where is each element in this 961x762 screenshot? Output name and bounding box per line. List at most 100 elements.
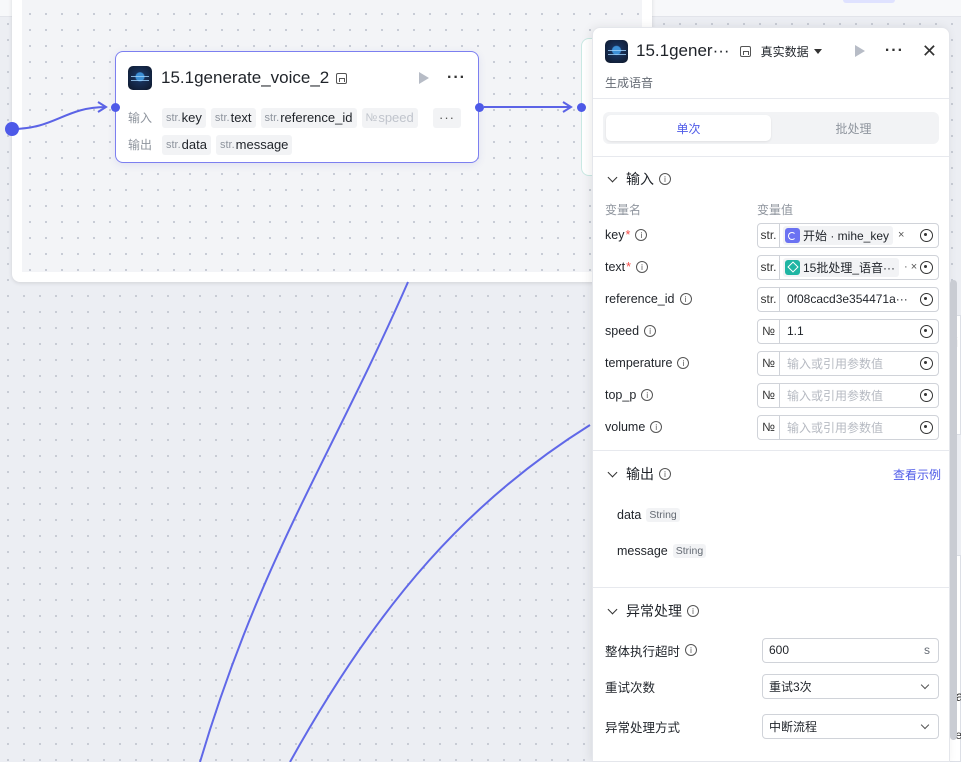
type-toggle[interactable]: str. bbox=[758, 287, 780, 311]
input-row-top-p: top_p i № 输入或引用参数值 bbox=[593, 379, 949, 411]
wire-to-node bbox=[11, 106, 107, 130]
info-icon[interactable]: i bbox=[641, 389, 654, 401]
retry-row: 重试次数 重试3次 bbox=[593, 666, 949, 706]
error-section-header[interactable]: 异常处理 i bbox=[593, 588, 949, 634]
panel-title: 15.1gener··· bbox=[636, 41, 730, 60]
speed-value[interactable]: 1.1 bbox=[787, 324, 920, 338]
input-chip-text: str. text bbox=[210, 107, 256, 128]
tab-single[interactable]: 单次 bbox=[606, 115, 771, 141]
tab-batch[interactable]: 批处理 bbox=[771, 115, 936, 141]
target-icon[interactable] bbox=[920, 292, 933, 306]
target-icon[interactable] bbox=[920, 260, 933, 274]
type-toggle[interactable]: str. bbox=[758, 223, 780, 247]
output-chip-data: str. data bbox=[162, 134, 211, 155]
input-row-temperature: temperature i № 输入或引用参数值 bbox=[593, 347, 949, 379]
input-chip-key: str. key bbox=[162, 107, 206, 128]
target-icon[interactable] bbox=[920, 228, 933, 242]
key-field[interactable]: str. 开始 · mihe_key × bbox=[757, 222, 939, 248]
data-mode-dropdown[interactable]: 真实数据 bbox=[761, 43, 822, 60]
input-name-speed: speed bbox=[605, 324, 640, 338]
type-toggle[interactable]: № bbox=[758, 415, 780, 439]
type-toggle[interactable]: № bbox=[758, 319, 780, 343]
run-mode-tabs: 单次 批处理 bbox=[593, 99, 949, 157]
error-mode-select[interactable]: 中断流程 bbox=[762, 713, 939, 739]
node-more-icon[interactable]: ··· bbox=[447, 69, 466, 87]
clear-icon[interactable]: · × bbox=[904, 261, 917, 273]
info-icon[interactable]: i bbox=[635, 229, 648, 241]
temperature-placeholder[interactable]: 输入或引用参数值 bbox=[787, 355, 920, 372]
error-mode-label: 异常处理方式 bbox=[605, 720, 681, 735]
reference-id-field[interactable]: str. 0f08cacd3e354471a··· bbox=[757, 286, 939, 312]
error-section-title: 异常处理 bbox=[626, 603, 682, 619]
input-row-text: text * i str. 15批处理_语音··· · × bbox=[593, 251, 949, 283]
generate-voice-node[interactable]: 15.1generate_voice_2 ··· 输入 str. key str.… bbox=[115, 51, 479, 163]
chevron-down-icon bbox=[920, 680, 930, 689]
target-icon[interactable] bbox=[920, 420, 933, 434]
input-row-reference-id: reference_id i str. 0f08cacd3e354471a··· bbox=[593, 283, 949, 315]
input-section-header[interactable]: 输入 i bbox=[593, 157, 949, 201]
info-icon[interactable]: i bbox=[679, 293, 692, 305]
info-icon[interactable]: i bbox=[659, 468, 671, 480]
target-icon[interactable] bbox=[920, 356, 933, 370]
temperature-field[interactable]: № 输入或引用参数值 bbox=[757, 350, 939, 376]
node-input-row: 输入 str. key str. text str. reference_id № sp… bbox=[116, 104, 478, 131]
top-p-field[interactable]: № 输入或引用参数值 bbox=[757, 382, 939, 408]
wire-loop-down bbox=[199, 281, 409, 762]
output-row-message: message String bbox=[593, 533, 949, 569]
input-name-key: key bbox=[605, 228, 625, 242]
node-input-port[interactable] bbox=[111, 103, 120, 112]
volume-field[interactable]: № 输入或引用参数值 bbox=[757, 414, 939, 440]
input-section-title: 输入 bbox=[626, 171, 654, 187]
timeout-unit: s bbox=[924, 643, 930, 657]
volume-placeholder[interactable]: 输入或引用参数值 bbox=[787, 419, 920, 436]
timeout-value[interactable]: 600 bbox=[769, 643, 789, 657]
timeout-row: 整体执行超时 i 600 s bbox=[593, 634, 949, 666]
top-p-placeholder[interactable]: 输入或引用参数值 bbox=[787, 387, 920, 404]
panel-more-icon[interactable]: ··· bbox=[885, 42, 904, 60]
type-toggle[interactable]: str. bbox=[758, 255, 780, 279]
save-icon[interactable] bbox=[336, 72, 348, 84]
reference-tag[interactable]: 15批处理_语音··· bbox=[783, 257, 900, 277]
panel-run-icon[interactable] bbox=[854, 45, 865, 57]
output-section-header[interactable]: 输出 i 查看示例 bbox=[593, 451, 949, 497]
info-icon[interactable]: i bbox=[636, 261, 649, 273]
retry-select[interactable]: 重试3次 bbox=[762, 673, 939, 699]
text-field[interactable]: str. 15批处理_语音··· · × bbox=[757, 254, 939, 280]
run-node-icon[interactable] bbox=[419, 72, 430, 84]
chevron-down-icon bbox=[607, 604, 618, 614]
panel-scrollbar[interactable] bbox=[950, 280, 957, 740]
info-icon[interactable]: i bbox=[644, 325, 657, 337]
error-mode-value: 中断流程 bbox=[769, 719, 818, 734]
panel-save-icon[interactable] bbox=[739, 45, 751, 57]
input-more-chip[interactable]: ··· bbox=[433, 107, 461, 128]
info-icon[interactable]: i bbox=[685, 644, 698, 656]
info-icon[interactable]: i bbox=[650, 421, 663, 433]
node-output-port[interactable] bbox=[475, 103, 484, 112]
timeout-input[interactable]: 600 s bbox=[762, 637, 939, 663]
speed-field[interactable]: № 1.1 bbox=[757, 318, 939, 344]
col-var-value: 变量值 bbox=[757, 203, 794, 217]
target-icon[interactable] bbox=[920, 388, 933, 402]
type-toggle[interactable]: № bbox=[758, 351, 780, 375]
error-mode-row: 异常处理方式 中断流程 bbox=[593, 706, 949, 746]
close-icon[interactable]: ✕ bbox=[922, 41, 937, 62]
input-label: 输入 bbox=[128, 111, 153, 125]
reference-tag[interactable]: 开始 · mihe_key bbox=[783, 225, 894, 245]
batch-icon bbox=[785, 259, 800, 275]
view-example-link[interactable]: 查看示例 bbox=[893, 466, 941, 483]
clear-icon[interactable]: × bbox=[898, 229, 904, 241]
reference-id-value[interactable]: 0f08cacd3e354471a··· bbox=[787, 292, 920, 306]
panel-subtitle: 生成语音 bbox=[593, 74, 949, 99]
loop-output-port[interactable] bbox=[5, 122, 19, 136]
target-icon[interactable] bbox=[920, 324, 933, 338]
info-icon[interactable]: i bbox=[677, 357, 690, 369]
next-node-input-port[interactable] bbox=[577, 103, 586, 112]
caret-down-icon bbox=[813, 48, 822, 54]
info-icon[interactable]: i bbox=[687, 605, 699, 617]
required-mark: * bbox=[626, 260, 632, 274]
info-icon[interactable]: i bbox=[659, 173, 671, 185]
panel-app-icon bbox=[605, 39, 628, 63]
input-chip-reference-id: str. reference_id bbox=[260, 107, 357, 128]
col-var-name: 变量名 bbox=[605, 203, 642, 217]
type-toggle[interactable]: № bbox=[758, 383, 780, 407]
